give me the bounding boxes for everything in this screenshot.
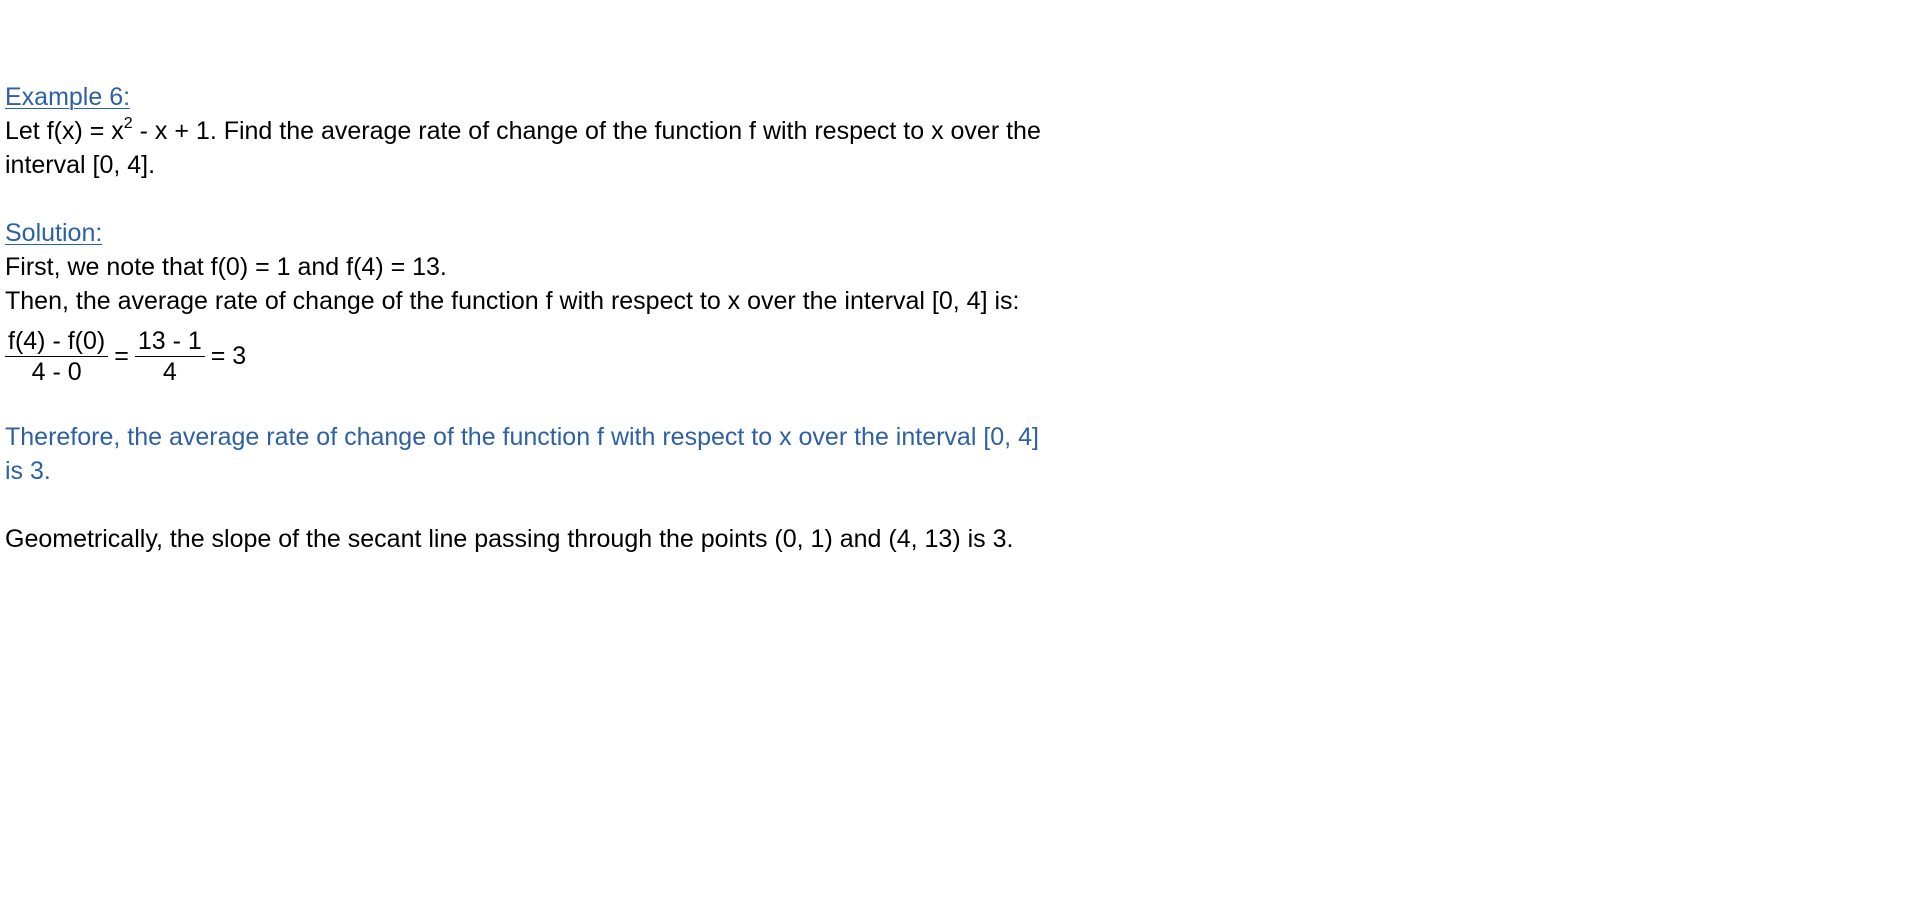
equation-result: = 3 [210, 342, 247, 370]
solution-heading: Solution: [5, 219, 103, 247]
problem-text-start: Let f(x) = x [5, 117, 124, 145]
fraction-values: 13 - 1 4 [134, 326, 205, 387]
fraction-values-denominator: 4 [162, 357, 177, 386]
solution-line-1: First, we note that f(0) = 1 and f(4) = … [5, 253, 447, 281]
example-heading: Example 6: [5, 83, 131, 111]
rate-equation: f(4) - f(0) 4 - 0 = 13 - 1 4 = 3 [5, 320, 1045, 392]
exponent: 2 [123, 114, 133, 132]
equals-sign: = [114, 342, 129, 370]
document-body: Example 6: Let f(x) = x2 - x + 1. Find t… [5, 80, 1045, 556]
fraction-general-denominator: 4 - 0 [31, 357, 82, 386]
solution-line-2: Then, the average rate of change of the … [5, 287, 1020, 315]
geometric-note: Geometrically, the slope of the secant l… [5, 525, 1014, 553]
problem-text-end: - x + 1. Find the average rate of change… [5, 117, 1041, 179]
conclusion-text: Therefore, the average rate of change of… [5, 423, 1039, 485]
fraction-general: f(4) - f(0) 4 - 0 [5, 326, 109, 387]
fraction-values-numerator: 13 - 1 [134, 326, 205, 357]
fraction-general-numerator: f(4) - f(0) [5, 326, 109, 357]
problem-statement: Let f(x) = x2 - x + 1. Find the average … [5, 114, 1045, 182]
